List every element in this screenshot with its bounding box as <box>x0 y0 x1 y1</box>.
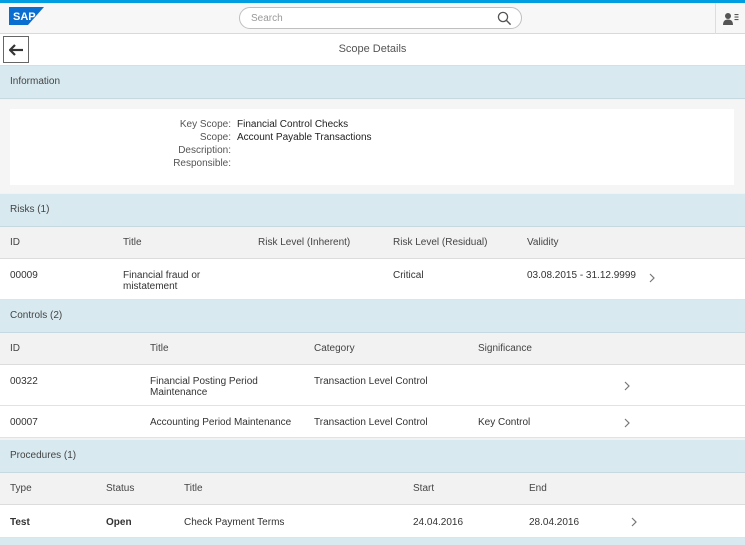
column-header-category: Category <box>314 343 355 354</box>
column-header-title: Title <box>150 343 169 354</box>
risk-title-line1: Financial fraud or <box>123 270 201 281</box>
control-id: 00322 <box>10 376 38 387</box>
column-header-risk-inherent: Risk Level (Inherent) <box>258 237 351 248</box>
control-category: Transaction Level Control <box>314 376 428 387</box>
search-field[interactable] <box>239 7 522 29</box>
column-header-title: Title <box>123 237 142 248</box>
sap-logo[interactable]: SAP <box>9 7 44 25</box>
risks-header: Risks (1) <box>0 194 745 227</box>
shell-bar: SAP <box>0 0 745 34</box>
column-header-status: Status <box>106 483 135 494</box>
responsible-label: Responsible: <box>173 158 231 169</box>
risk-validity: 03.08.2015 - 31.12.9999 <box>527 270 636 281</box>
control-title-line2: Maintenance <box>150 387 208 398</box>
control-category: Transaction Level Control <box>314 417 428 428</box>
scope-label: Scope: <box>199 132 231 143</box>
controls-table-header: ID Title Category Significance <box>0 333 745 365</box>
search-icon[interactable] <box>497 11 512 26</box>
key-scope-label: Key Scope: <box>179 119 231 130</box>
control-title-line1: Financial Posting Period <box>150 376 258 387</box>
procedure-start: 24.04.2016 <box>413 517 464 528</box>
procedures-table-header: Type Status Title Start End <box>0 473 745 505</box>
information-header: Information <box>0 66 745 99</box>
column-header-end: End <box>529 483 547 494</box>
search-input[interactable] <box>251 11 481 25</box>
column-header-title: Title <box>184 483 203 494</box>
column-header-validity: Validity <box>527 237 559 248</box>
next-section-header <box>0 538 745 545</box>
sap-logo-text: SAP <box>13 11 36 23</box>
table-row[interactable]: 00322 Financial Posting Period Maintenan… <box>0 365 745 406</box>
procedure-status: Open <box>106 517 132 528</box>
control-title-line1: Accounting Period Maintenance <box>150 417 292 428</box>
table-row[interactable]: Test Open Check Payment Terms 24.04.2016… <box>0 505 745 538</box>
column-header-significance: Significance <box>478 343 532 354</box>
column-header-type: Type <box>10 483 32 494</box>
column-header-id: ID <box>10 343 20 354</box>
chevron-right-icon[interactable] <box>648 273 656 283</box>
scope-value: Account Payable Transactions <box>237 132 372 143</box>
control-significance: Key Control <box>478 417 531 428</box>
information-card: Key Scope: Financial Control Checks Scop… <box>10 109 734 185</box>
procedure-type: Test <box>10 517 30 528</box>
page-title: Scope Details <box>338 43 407 55</box>
risks-table-header: ID Title Risk Level (Inherent) Risk Leve… <box>0 227 745 259</box>
control-id: 00007 <box>10 417 38 428</box>
chevron-right-icon[interactable] <box>623 381 631 391</box>
controls-header: Controls (2) <box>0 300 745 333</box>
controls-table: ID Title Category Significance 00322 Fin… <box>0 333 745 438</box>
risk-level-residual: Critical <box>393 270 424 281</box>
procedure-end: 28.04.2016 <box>529 517 580 528</box>
user-menu-button[interactable] <box>715 3 745 34</box>
procedure-title: Check Payment Terms <box>184 517 285 528</box>
chevron-right-icon[interactable] <box>623 418 631 428</box>
column-header-risk-residual: Risk Level (Residual) <box>393 237 488 248</box>
risk-title-line2: mistatement <box>123 281 178 292</box>
column-header-id: ID <box>10 237 20 248</box>
description-label: Description: <box>178 145 231 156</box>
table-row[interactable]: 00007 Accounting Period Maintenance Tran… <box>0 406 745 438</box>
page-header: Scope Details <box>0 34 745 66</box>
chevron-right-icon[interactable] <box>630 517 638 527</box>
key-scope-value: Financial Control Checks <box>237 119 349 130</box>
procedures-header: Procedures (1) <box>0 440 745 473</box>
risk-id: 00009 <box>10 270 38 281</box>
table-row[interactable]: 00009 Financial fraud or mistatement Cri… <box>0 259 745 300</box>
procedures-table: Type Status Title Start End Test Open Ch… <box>0 473 745 538</box>
risks-table: ID Title Risk Level (Inherent) Risk Leve… <box>0 227 745 300</box>
column-header-start: Start <box>413 483 435 494</box>
information-panel: Key Scope: Financial Control Checks Scop… <box>0 100 745 193</box>
user-menu-icon <box>722 12 738 25</box>
